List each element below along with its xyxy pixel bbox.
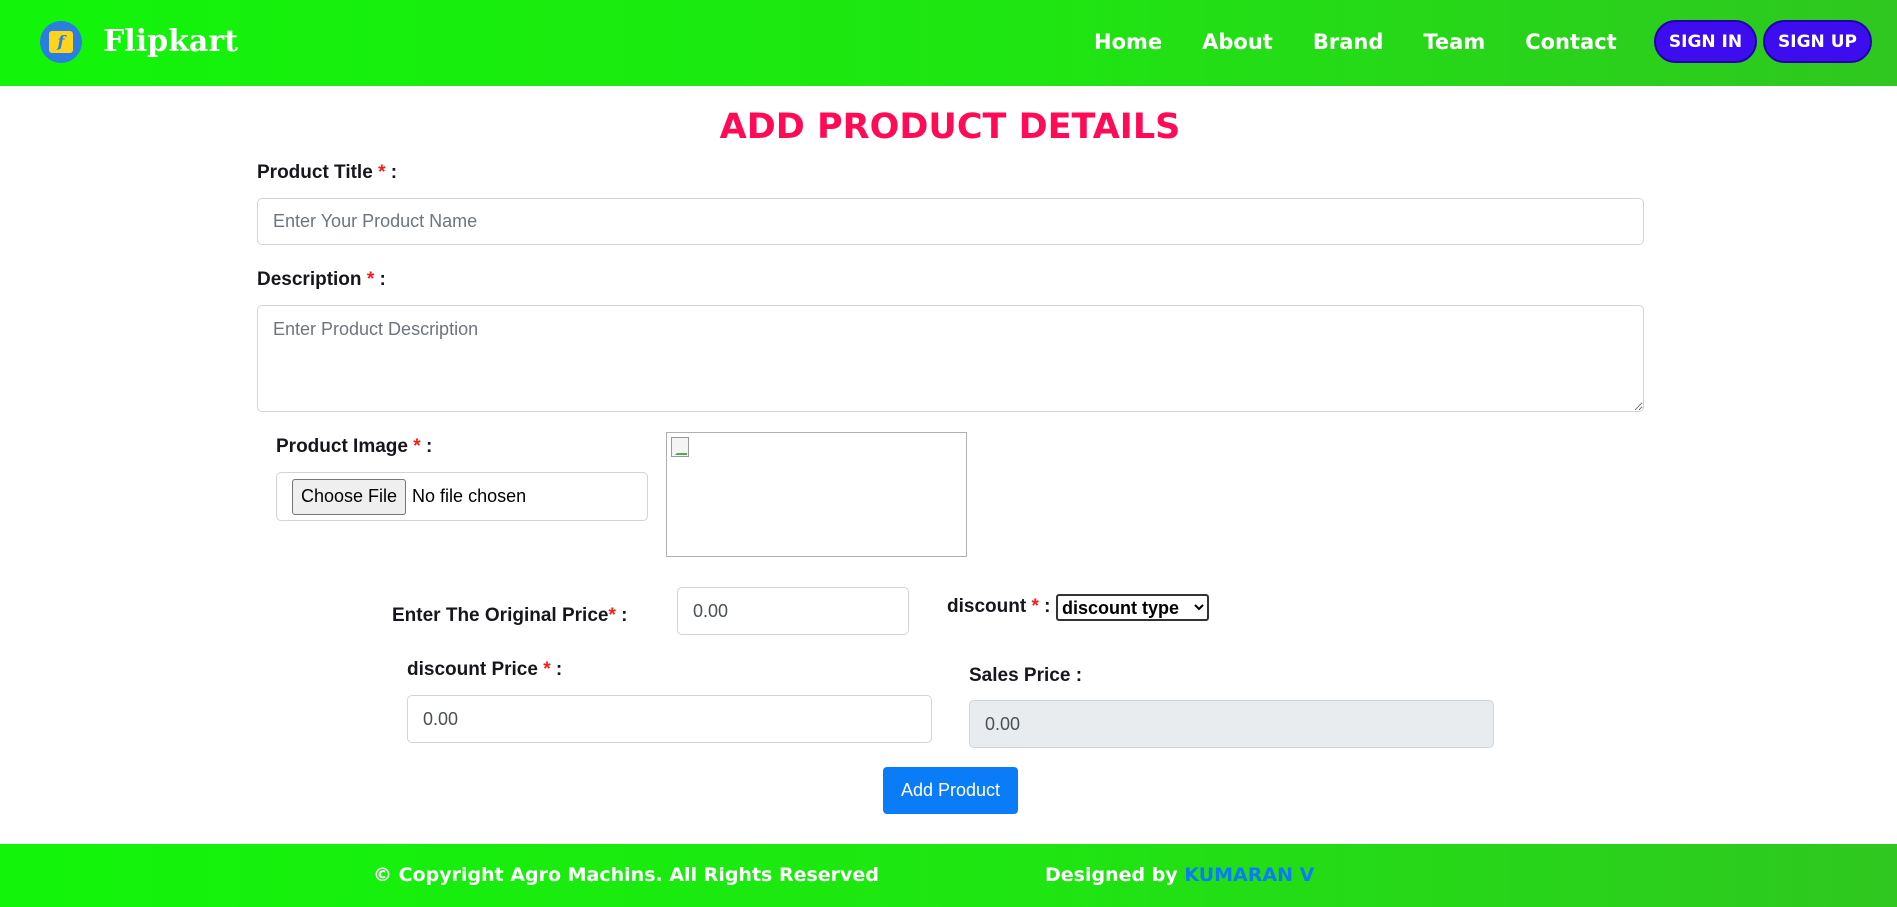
choose-file-button[interactable]: Choose File bbox=[292, 478, 407, 515]
label-suffix: : bbox=[385, 162, 398, 183]
designed-by-text: Designed by bbox=[1045, 864, 1178, 886]
discount-label-text: discount bbox=[947, 596, 1027, 617]
sign-in-button[interactable]: SIGN IN bbox=[1654, 20, 1757, 63]
required-mark: * bbox=[1031, 596, 1039, 617]
discount-price-input[interactable] bbox=[407, 695, 932, 743]
product-title-label: Product Title * : bbox=[257, 160, 397, 186]
logo-glyph: f bbox=[49, 31, 73, 53]
discount-price-label: discount Price * : bbox=[407, 657, 562, 683]
add-product-button[interactable]: Add Product bbox=[883, 767, 1018, 814]
description-label-text: Description bbox=[257, 269, 362, 290]
label-suffix: : bbox=[550, 659, 563, 680]
footer-designed-by: Designed by KUMARAN V bbox=[1045, 844, 1314, 907]
nav-brand[interactable]: Brand bbox=[1313, 22, 1384, 62]
required-mark: * bbox=[608, 605, 616, 626]
required-mark: * bbox=[413, 436, 421, 457]
original-price-label-text: Enter The Original Price bbox=[392, 605, 609, 626]
label-suffix: : bbox=[420, 436, 433, 457]
product-image-label: Product Image * : bbox=[276, 434, 432, 460]
description-textarea[interactable] bbox=[257, 305, 1644, 412]
product-title-label-text: Product Title bbox=[257, 162, 373, 183]
required-mark: * bbox=[543, 659, 551, 680]
description-label: Description * : bbox=[257, 267, 386, 293]
original-price-input[interactable] bbox=[677, 587, 909, 635]
product-image-label-text: Product Image bbox=[276, 436, 408, 457]
sales-price-label: Sales Price : bbox=[969, 665, 1083, 686]
label-suffix: : bbox=[374, 269, 386, 290]
shopping-bag-icon[interactable]: f bbox=[40, 21, 82, 63]
original-price-label: Enter The Original Price* : bbox=[392, 603, 627, 629]
label-suffix: : bbox=[1038, 596, 1051, 617]
nav-links: Home About Brand Team Contact bbox=[1094, 22, 1657, 62]
page-title: ADD PRODUCT DETAILS bbox=[719, 107, 1181, 147]
discount-price-label-text: discount Price bbox=[407, 659, 538, 680]
discount-label: discount * : bbox=[947, 594, 1050, 620]
nav-contact[interactable]: Contact bbox=[1525, 22, 1617, 62]
file-status: No file chosen bbox=[412, 486, 527, 506]
nav-about[interactable]: About bbox=[1202, 22, 1273, 62]
image-preview bbox=[666, 432, 967, 557]
footer: © Copyright Agro Machins. All Rights Res… bbox=[0, 844, 1897, 907]
designer-link[interactable]: KUMARAN V bbox=[1184, 864, 1314, 886]
product-title-input[interactable] bbox=[257, 198, 1644, 245]
nav-home[interactable]: Home bbox=[1094, 22, 1162, 62]
footer-copyright: © Copyright Agro Machins. All Rights Res… bbox=[373, 864, 879, 886]
sign-up-button[interactable]: SIGN UP bbox=[1763, 20, 1872, 63]
brand-name[interactable]: Flipkart bbox=[103, 22, 238, 62]
discount-type-select[interactable]: discount type bbox=[1056, 594, 1209, 621]
label-suffix: : bbox=[615, 605, 628, 626]
broken-image-icon bbox=[671, 437, 689, 457]
nav-team[interactable]: Team bbox=[1423, 22, 1485, 62]
sales-price-input bbox=[969, 700, 1494, 748]
navbar: f Flipkart Home About Brand Team Contact… bbox=[0, 0, 1897, 86]
product-image-file-input[interactable]: Choose File No file chosen bbox=[276, 472, 648, 521]
